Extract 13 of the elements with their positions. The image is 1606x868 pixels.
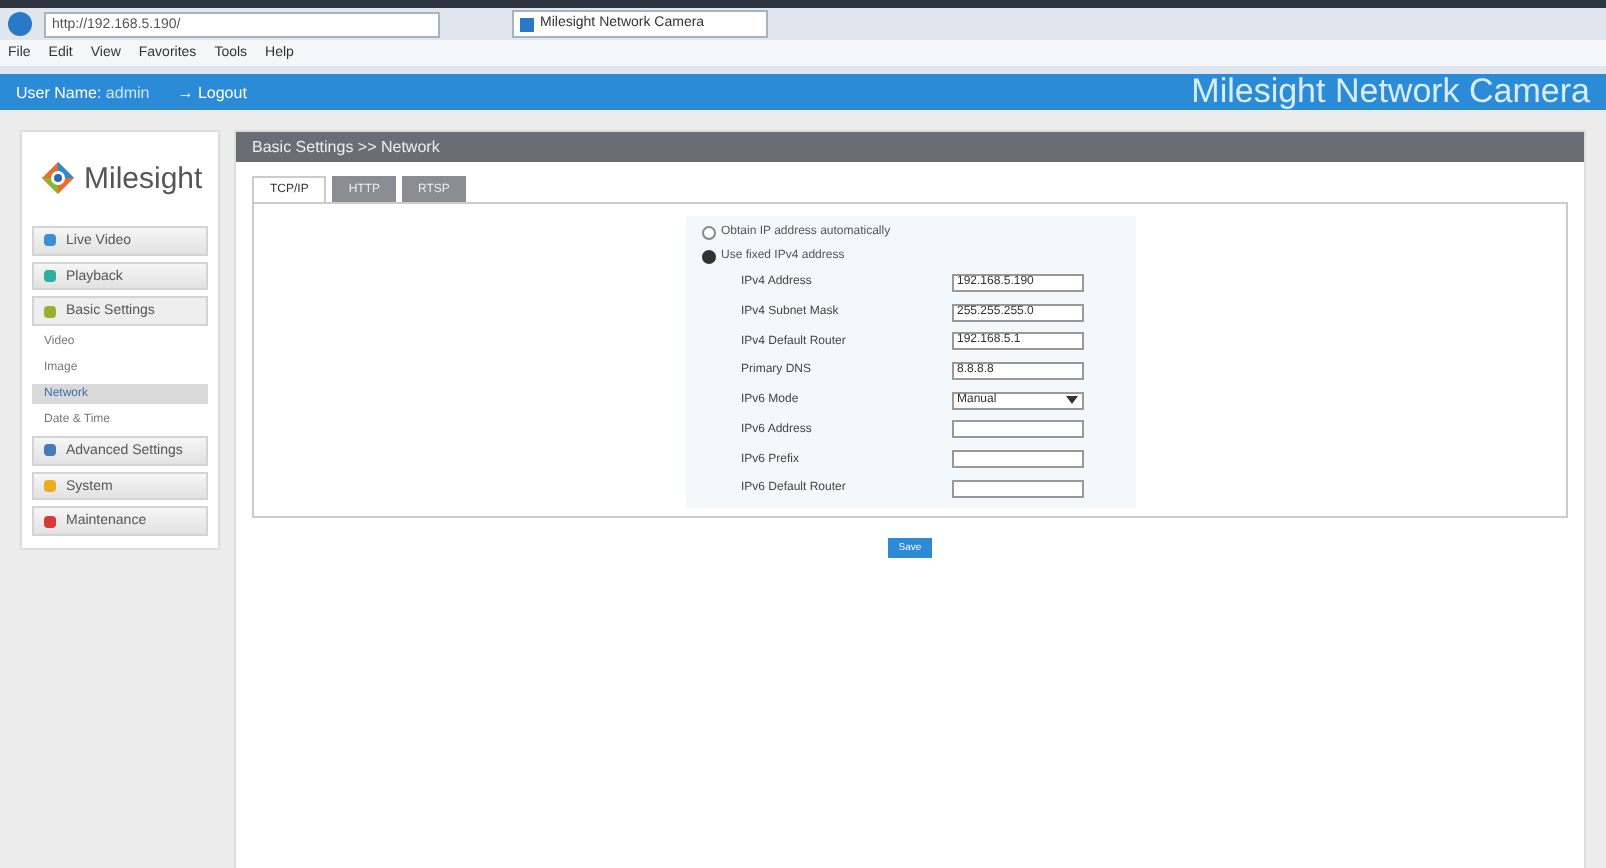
logout-link[interactable]: → Logout — [177, 83, 247, 101]
page-title: Basic Settings >> Network — [236, 132, 1584, 162]
user-label: User Name: admin — [16, 83, 150, 101]
input-field[interactable] — [951, 420, 1083, 439]
input-field[interactable] — [951, 479, 1083, 498]
caret-icon — [1065, 396, 1077, 405]
logo-icon — [40, 160, 76, 196]
radio-button[interactable] — [701, 249, 715, 264]
page-icon — [520, 17, 534, 31]
radio-button[interactable] — [701, 225, 715, 240]
input-field[interactable] — [951, 450, 1083, 468]
logo-text: Milesight — [84, 161, 203, 195]
brand-title: Milesight Network Camera — [1191, 72, 1590, 112]
